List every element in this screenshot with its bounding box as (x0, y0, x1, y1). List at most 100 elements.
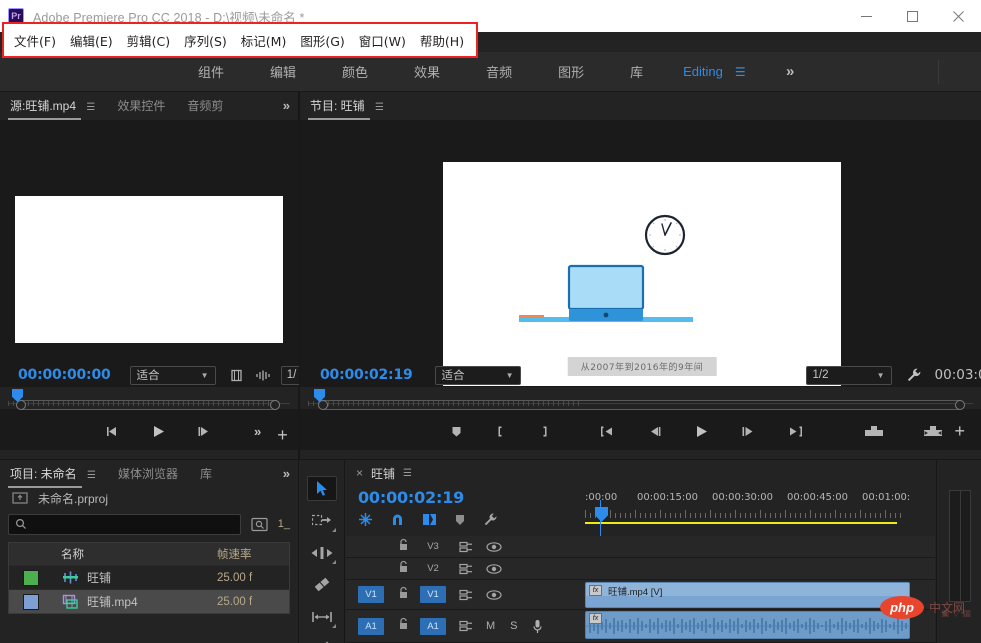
track-select-forward-tool[interactable] (307, 508, 337, 533)
menu-item-clip[interactable]: 剪辑(C) (127, 31, 170, 50)
timeline-clip-audio[interactable]: fx (585, 611, 910, 639)
source-patch-V1[interactable]: V1 (358, 586, 384, 603)
linked-selection-icon[interactable] (422, 512, 437, 527)
project-file-row[interactable]: 未命名.prproj (0, 486, 298, 510)
close-button[interactable] (935, 0, 981, 32)
hamburger-icon[interactable]: ☰ (86, 102, 95, 113)
track-name-V2[interactable]: V2 (420, 560, 446, 577)
mark-in-icon[interactable] (494, 425, 507, 438)
source-tabs-overflow-icon[interactable]: » (283, 98, 290, 113)
menu-item-graphics[interactable]: 图形(G) (300, 31, 344, 50)
step-forward-icon[interactable] (197, 425, 212, 438)
find-icon[interactable] (251, 517, 268, 532)
program-scroll-right-handle[interactable] (955, 400, 965, 410)
hamburger-icon[interactable]: ☰ (403, 468, 412, 479)
parent-folder-icon[interactable] (12, 491, 28, 505)
go-to-in-icon[interactable] (598, 425, 616, 438)
play-icon[interactable] (693, 424, 710, 439)
menu-item-file[interactable]: 文件(F) (14, 31, 56, 50)
hamburger-icon[interactable]: ☰ (375, 102, 384, 113)
solo-button[interactable]: S (510, 620, 517, 632)
eye-icon[interactable] (486, 563, 502, 575)
sync-lock-icon[interactable] (459, 589, 473, 601)
step-back-icon[interactable] (647, 425, 662, 438)
maximize-button[interactable] (889, 0, 935, 32)
sync-lock-icon[interactable] (459, 620, 473, 632)
close-icon[interactable]: × (356, 466, 363, 480)
program-timecode[interactable]: 00:00:02:19 (320, 367, 413, 383)
source-timecode[interactable]: 00:00:00:00 (18, 367, 111, 383)
marker-icon[interactable] (450, 425, 463, 438)
wrench-icon[interactable] (906, 367, 922, 383)
timeline-sequence-title[interactable]: 旺铺 (371, 465, 395, 482)
step-back-icon[interactable] (105, 425, 120, 438)
workspace-tab-color[interactable]: 颜色 (342, 62, 368, 81)
timeline-playhead[interactable] (595, 507, 608, 522)
hamburger-icon[interactable]: ☰ (87, 470, 96, 481)
program-resolution-select[interactable]: 1/2 ▼ (805, 365, 892, 385)
lock-icon[interactable] (398, 560, 409, 578)
program-fit-select[interactable]: 适合 ▼ (434, 365, 521, 385)
menu-item-sequence[interactable]: 序列(S) (184, 31, 227, 50)
source-patch-V2[interactable] (358, 560, 384, 577)
table-row[interactable]: 旺铺 25.00 f (9, 565, 289, 589)
track-name-V1[interactable]: V1 (420, 586, 446, 603)
pen-tool[interactable] (307, 636, 337, 643)
menu-item-edit[interactable]: 编辑(E) (70, 31, 113, 50)
table-row[interactable]: 旺铺.mp4 25.00 f (9, 589, 289, 613)
ripple-edit-tool[interactable] (307, 540, 337, 565)
work-area-bar[interactable] (585, 522, 897, 524)
source-scroll-right-handle[interactable] (270, 400, 280, 410)
workspace-tab-assembly[interactable]: 组件 (198, 62, 224, 81)
menu-item-window[interactable]: 窗口(W) (359, 31, 406, 50)
track-body-V2[interactable] (585, 558, 935, 579)
track-V1[interactable]: V1 V1 fx 旺铺.mp4 [V] (346, 580, 935, 610)
track-V3[interactable]: V3 (346, 536, 935, 558)
hamburger-icon[interactable]: ☰ (735, 66, 746, 78)
timeline-clip-video[interactable]: fx 旺铺.mp4 [V] (585, 582, 910, 608)
source-scroll-left-handle[interactable] (16, 400, 26, 410)
column-header-name[interactable]: 名称 (53, 546, 217, 562)
mic-icon[interactable] (532, 619, 543, 634)
workspace-overflow-icon[interactable]: » (786, 63, 794, 80)
add-icon[interactable]: + (954, 421, 965, 442)
tab-project[interactable]: 项目: 未命名 ☰ (8, 465, 96, 488)
tab-audio-clip-mixer[interactable]: 音频剪 (187, 97, 223, 114)
source-scrollbar[interactable] (18, 400, 280, 410)
mark-out-icon[interactable] (538, 425, 551, 438)
workspace-tab-editing[interactable]: Editing (683, 64, 723, 79)
source-patch-A1[interactable]: A1 (358, 617, 384, 635)
nest-sequence-icon[interactable] (358, 512, 373, 527)
sync-lock-icon[interactable] (459, 541, 473, 553)
audio-waveform-icon[interactable] (255, 369, 271, 382)
lock-icon[interactable] (398, 617, 409, 635)
source-fit-select[interactable]: 适合 ▼ (129, 365, 216, 385)
extract-icon[interactable] (923, 424, 943, 438)
play-icon[interactable] (150, 424, 167, 439)
workspace-tab-editing-cn[interactable]: 编辑 (270, 62, 296, 81)
workspace-tab-libraries[interactable]: 库 (630, 62, 643, 81)
lock-icon[interactable] (398, 586, 409, 604)
track-name-A1[interactable]: A1 (420, 617, 446, 635)
timeline-timecode[interactable]: 00:00:02:19 (358, 488, 464, 508)
source-patch-V3[interactable] (358, 538, 384, 555)
step-forward-icon[interactable] (741, 425, 756, 438)
sync-lock-icon[interactable] (459, 563, 473, 575)
filmstrip-icon[interactable] (230, 369, 243, 382)
slip-tool[interactable] (307, 604, 337, 629)
track-A1[interactable]: A1 A1 M S fx (346, 610, 935, 643)
snap-icon[interactable] (390, 512, 405, 527)
workspace-tab-graphics[interactable]: 图形 (558, 62, 584, 81)
add-icon[interactable]: + (277, 425, 288, 446)
tab-media-browser[interactable]: 媒体浏览器 (118, 465, 178, 482)
tab-libraries[interactable]: 库 (200, 465, 212, 482)
timeline-settings-icon[interactable] (483, 512, 498, 527)
track-body-V3[interactable] (585, 536, 935, 557)
track-name-V3[interactable]: V3 (420, 538, 446, 555)
razor-tool[interactable] (307, 572, 337, 597)
source-controls-overflow-icon[interactable]: » (254, 424, 261, 439)
timeline-ruler[interactable]: :00:00 00:00:15:00 00:00:30:00 00:00:45:… (585, 486, 910, 536)
eye-icon[interactable] (486, 541, 502, 553)
menu-item-marker[interactable]: 标记(M) (241, 31, 287, 50)
workspace-tab-audio[interactable]: 音频 (486, 62, 512, 81)
